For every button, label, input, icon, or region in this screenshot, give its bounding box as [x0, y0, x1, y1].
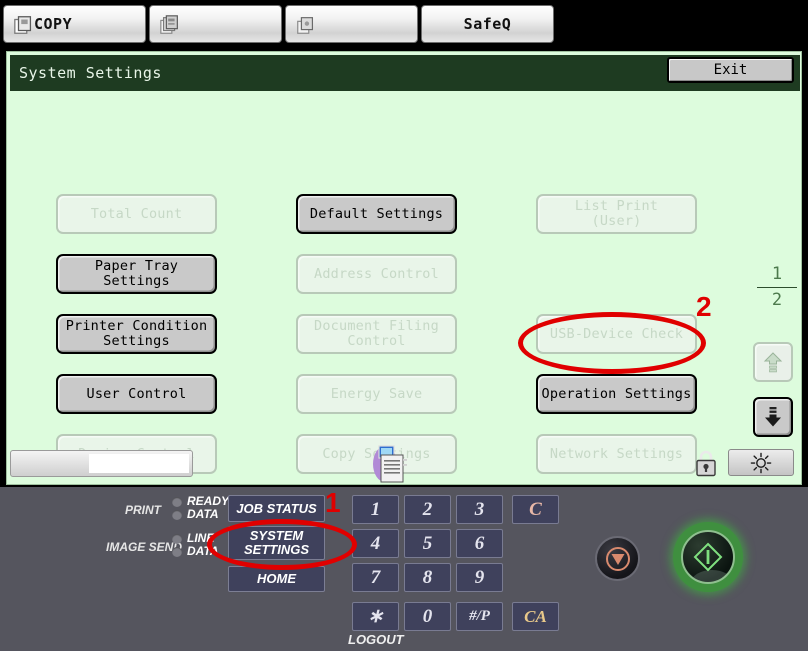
logout-label: LOGOUT [348, 632, 404, 647]
energy-save-button[interactable]: Energy Save [296, 374, 457, 414]
page-divider [757, 287, 797, 288]
progress-fill [89, 454, 189, 473]
copy-icon [14, 16, 32, 34]
scroll-down-button[interactable] [753, 397, 793, 437]
page-current: 1 [771, 264, 783, 284]
keypad-clear[interactable]: C [512, 495, 559, 524]
application-tab-bar: COPY SafeQ [0, 0, 808, 48]
tab-document-filing[interactable] [149, 5, 282, 43]
printer-condition-settings-button[interactable]: Printer Condition Settings [56, 314, 217, 354]
job-status-hard-key[interactable]: JOB STATUS [228, 495, 325, 522]
keypad-6[interactable]: 6 [456, 529, 503, 558]
printer-icon [373, 445, 407, 483]
arrow-down-icon [765, 407, 781, 427]
page-total: 2 [771, 290, 783, 310]
keypad-hash-p[interactable]: #/P [456, 602, 503, 631]
keypad-0[interactable]: 0 [404, 602, 451, 631]
document-filing-control-button[interactable]: Document Filing Control [296, 314, 457, 354]
stop-button[interactable] [595, 536, 640, 581]
system-settings-hard-key[interactable]: SYSTEM SETTINGS [228, 526, 325, 560]
led-line [172, 534, 182, 544]
paper-tray-settings-button[interactable]: Paper Tray Settings [56, 254, 217, 294]
annotation-number-1: 1 [325, 487, 341, 518]
tab-safeq-label: SafeQ [463, 15, 512, 33]
tab-copy[interactable]: COPY [3, 5, 146, 43]
scroll-up-button[interactable] [753, 342, 793, 382]
job-progress-bar [10, 450, 193, 477]
arrow-up-icon [763, 352, 783, 373]
tab-copy-label: COPY [34, 15, 73, 33]
start-icon [693, 542, 723, 572]
tab-image-send[interactable] [285, 5, 418, 43]
exit-button[interactable]: Exit [667, 57, 794, 83]
home-hard-key[interactable]: HOME [228, 566, 325, 592]
keypad-3[interactable]: 3 [456, 495, 503, 524]
led-label-data-print: DATA [187, 507, 219, 521]
brightness-sun-icon [750, 452, 772, 473]
keypad-4[interactable]: 4 [352, 529, 399, 558]
device-screenshot: COPY SafeQ System Settings Exit Total Co… [0, 0, 808, 651]
led-print-ready [172, 497, 182, 507]
led-label-line: LINE [187, 531, 215, 545]
led-print-data [172, 510, 182, 520]
operation-settings-button[interactable]: Operation Settings [536, 374, 697, 414]
print-section-label: PRINT [125, 503, 161, 517]
keypad-7[interactable]: 7 [352, 563, 399, 592]
image-send-section-label: IMAGE SEND [106, 540, 183, 554]
led-label-ready: READY [187, 494, 230, 508]
stop-icon [605, 546, 630, 571]
page-indicator: 1 2 [755, 265, 799, 310]
lcd-touch-panel: System Settings Exit Total Count Paper T… [6, 51, 802, 485]
default-settings-button[interactable]: Default Settings [296, 194, 457, 234]
user-control-button[interactable]: User Control [56, 374, 217, 414]
keypad-5[interactable]: 5 [404, 529, 451, 558]
tab-safeq[interactable]: SafeQ [421, 5, 554, 43]
address-control-button[interactable]: Address Control [296, 254, 457, 294]
start-button[interactable] [673, 522, 743, 592]
start-button-inner [681, 530, 735, 584]
keypad-2[interactable]: 2 [404, 495, 451, 524]
keypad-1[interactable]: 1 [352, 495, 399, 524]
keypad-8[interactable]: 8 [404, 563, 451, 592]
led-image-send-data [172, 547, 182, 557]
lock-icon [696, 450, 716, 477]
brightness-button[interactable] [728, 449, 794, 476]
total-count-button[interactable]: Total Count [56, 194, 217, 234]
annotation-number-2: 2 [696, 291, 712, 322]
keypad-asterisk[interactable]: ∗ [352, 602, 399, 631]
page-title: System Settings [19, 64, 162, 82]
keypad-clear-all[interactable]: CA [512, 602, 559, 631]
usb-device-check-button[interactable]: USB-Device Check [536, 314, 697, 354]
led-label-data-send: DATA [187, 544, 219, 558]
scan-icon [297, 17, 314, 34]
network-settings-button[interactable]: Network Settings [536, 434, 697, 474]
documents-icon [160, 15, 178, 34]
keypad-9[interactable]: 9 [456, 563, 503, 592]
list-print-user-button[interactable]: List Print (User) [536, 194, 697, 234]
